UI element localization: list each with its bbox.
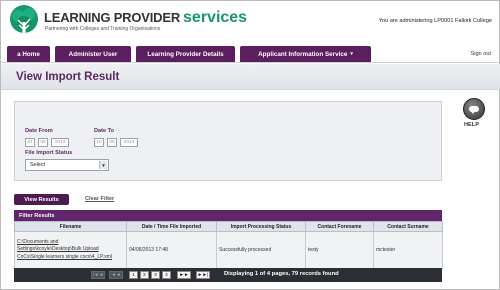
pagination-bar: |◄◄ ◄◄ 1 2 3 4 ►► ►►| Displaying 1 of 4 … bbox=[14, 268, 442, 282]
logo-tagline: Partnering with Colleges and Training Or… bbox=[45, 25, 161, 32]
app-frame: LEARNING PROVIDER services Partnering wit… bbox=[0, 0, 500, 290]
date-to-day-input[interactable]: 10 bbox=[94, 138, 104, 147]
nav-tab-label: Applicant Information Service bbox=[258, 50, 348, 58]
nav-tab-label: Administer User bbox=[68, 50, 118, 58]
status-cell: Successfully processed bbox=[216, 231, 306, 269]
column-header-filename[interactable]: Filename bbox=[14, 221, 127, 232]
date-from-day-input[interactable]: 01 bbox=[25, 138, 35, 147]
page-title: View Import Result bbox=[16, 71, 120, 83]
nav-tab-applicant-information-service[interactable]: Applicant Information Service ▾ bbox=[240, 46, 371, 62]
last-page-button[interactable]: ►►| bbox=[196, 271, 210, 279]
view-results-button[interactable]: View Results bbox=[14, 194, 69, 205]
nav-tab-label: a Home bbox=[17, 50, 40, 58]
logo-title-text: LEARNING PROVIDER bbox=[44, 9, 181, 25]
help-label: HELP bbox=[464, 122, 479, 128]
sign-out-link[interactable]: Sign out bbox=[470, 51, 491, 57]
forename-cell: testy bbox=[305, 231, 374, 269]
table-row: C:\Documents and Settings\kcoyle\Desktop… bbox=[14, 231, 443, 269]
tree-logo-icon bbox=[10, 5, 38, 36]
date-imported-cell: 04/06/2013 17:48 bbox=[126, 231, 217, 269]
date-from-label: Date From bbox=[25, 128, 53, 134]
nav-tab-administer-user[interactable]: Administer User bbox=[55, 46, 131, 62]
nav-tab-learning-provider-details[interactable]: Learning Provider Details bbox=[136, 46, 235, 62]
help-icon[interactable] bbox=[463, 98, 485, 120]
date-to-month-input[interactable]: 06 bbox=[107, 138, 117, 147]
nav-tab-label: Learning Provider Details bbox=[147, 50, 224, 58]
page-button-2[interactable]: 2 bbox=[140, 271, 149, 279]
chevron-down-icon: ▾ bbox=[350, 51, 353, 57]
clear-filter-link[interactable]: Clear Filter bbox=[85, 196, 114, 202]
chevron-down-icon: ▼ bbox=[99, 161, 107, 169]
page-button-1[interactable]: 1 bbox=[129, 271, 138, 279]
page-button-4[interactable]: 4 bbox=[162, 271, 171, 279]
table-header-row: Filename Date / Time File Imported Impor… bbox=[14, 221, 443, 232]
column-header-date-imported[interactable]: Date / Time File Imported bbox=[126, 221, 217, 232]
column-header-surname[interactable]: Contact Surname bbox=[373, 221, 443, 232]
file-import-status-select[interactable]: Select ▼ bbox=[25, 159, 109, 171]
surname-cell: mctester bbox=[373, 231, 443, 269]
file-import-status-label: File Import Status bbox=[25, 150, 73, 156]
page-button-3[interactable]: 3 bbox=[151, 271, 160, 279]
column-header-forename[interactable]: Contact Forename bbox=[305, 221, 374, 232]
next-page-button[interactable]: ►► bbox=[177, 271, 191, 279]
select-value: Select bbox=[30, 162, 45, 168]
results-table: Filename Date / Time File Imported Impor… bbox=[14, 221, 443, 269]
nav-tab-home[interactable]: a Home bbox=[7, 46, 50, 62]
date-to-label: Date To bbox=[94, 128, 115, 134]
prev-page-button[interactable]: ◄◄ bbox=[109, 271, 123, 279]
speech-bubble-icon bbox=[469, 106, 479, 114]
column-header-status[interactable]: Import Processing Status bbox=[216, 221, 306, 232]
administering-text: You are administering LP0001 Falkirk Col… bbox=[378, 18, 492, 24]
main-nav: a Home Administer User Learning Provider… bbox=[1, 45, 500, 63]
first-page-button[interactable]: |◄◄ bbox=[91, 271, 105, 279]
pagination-info: Displaying 1 of 4 pages, 79 records foun… bbox=[224, 271, 339, 277]
logo: LEARNING PROVIDER services Partnering wit… bbox=[7, 3, 247, 39]
date-to-year-input[interactable]: 2013 bbox=[120, 138, 138, 147]
filter-results-header: Filter Results bbox=[14, 210, 442, 221]
filename-link[interactable]: C:\Documents and Settings\kcoyle\Desktop… bbox=[14, 231, 127, 269]
date-from-year-input[interactable]: 2013 bbox=[51, 138, 69, 147]
date-from-month-input[interactable]: 05 bbox=[38, 138, 48, 147]
logo-services-text: services bbox=[183, 8, 248, 26]
